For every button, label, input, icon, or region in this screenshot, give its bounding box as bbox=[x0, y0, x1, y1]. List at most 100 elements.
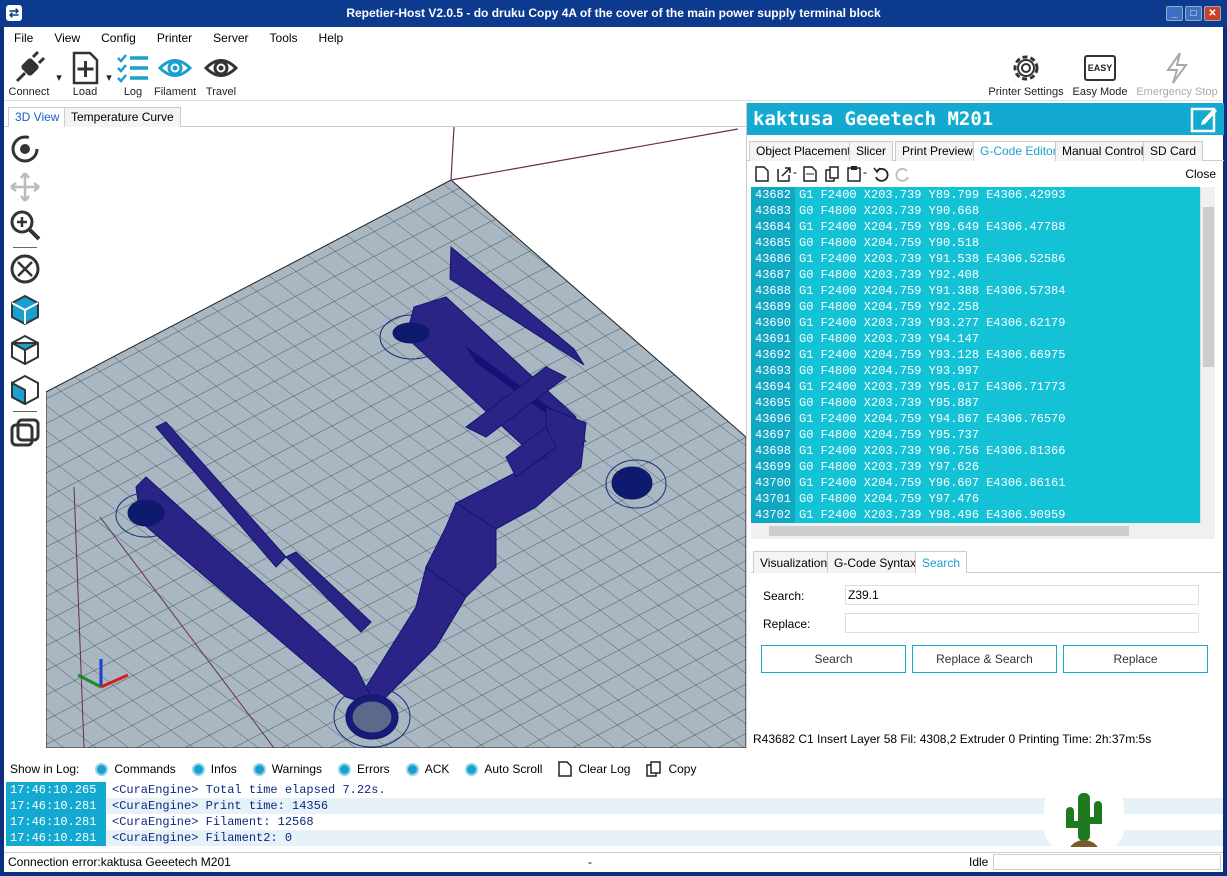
toolbar-separator: - bbox=[793, 165, 797, 179]
tab-object-placement[interactable]: Object Placement bbox=[749, 141, 858, 161]
maximize-button[interactable]: □ bbox=[1185, 6, 1202, 21]
gcode-line[interactable]: 43688 G1 F2400 X204.759 Y91.388 E4306.573… bbox=[751, 283, 1200, 299]
tab-gcode-syntax[interactable]: G-Code Syntax bbox=[827, 551, 924, 573]
radio-icon bbox=[252, 762, 266, 776]
zoom-view-button[interactable] bbox=[9, 209, 41, 241]
close-editor-button[interactable]: Close bbox=[1185, 167, 1216, 181]
gcode-line[interactable]: 43697 G0 F4800 X204.759 Y95.737 bbox=[751, 427, 1200, 443]
line-number: 43701 bbox=[751, 491, 795, 507]
tab-slicer[interactable]: Slicer bbox=[849, 141, 894, 161]
gcode-editor[interactable]: 43682 G1 F2400 X203.739 Y89.799 E4306.429… bbox=[751, 187, 1200, 523]
gcode-line[interactable]: 43702 G1 F2400 X203.739 Y98.496 E4306.909… bbox=[751, 507, 1200, 523]
rotate-view-button[interactable] bbox=[9, 133, 41, 165]
gcode-line[interactable]: 43690 G1 F2400 X203.739 Y93.277 E4306.621… bbox=[751, 315, 1200, 331]
ack-toggle[interactable]: ACK bbox=[405, 762, 449, 776]
tab-gcode-editor[interactable]: G-Code Editor bbox=[973, 141, 1064, 161]
front-view-button[interactable] bbox=[9, 333, 41, 366]
gcode-line[interactable]: 43693 G0 F4800 X204.759 Y93.997 bbox=[751, 363, 1200, 379]
tab-print-preview[interactable]: Print Preview bbox=[895, 141, 980, 161]
menu-help[interactable]: Help bbox=[319, 31, 344, 45]
gcode-line[interactable]: 43700 G1 F2400 X204.759 Y96.607 E4306.861… bbox=[751, 475, 1200, 491]
menu-view[interactable]: View bbox=[54, 31, 80, 45]
gcode-line[interactable]: 43691 G0 F4800 X203.739 Y94.147 bbox=[751, 331, 1200, 347]
load-button[interactable]: Load bbox=[68, 51, 102, 98]
top-view-button[interactable] bbox=[9, 373, 41, 406]
easy-mode-button[interactable]: EASY Easy Mode bbox=[1070, 51, 1130, 98]
edit-icon[interactable] bbox=[1190, 105, 1218, 133]
menu-tools[interactable]: Tools bbox=[270, 31, 298, 45]
log-output[interactable]: 17:46:10.265 <CuraEngine> Total time elap… bbox=[6, 782, 1223, 848]
gcode-line[interactable]: 43683 G0 F4800 X203.739 Y90.668 bbox=[751, 203, 1200, 219]
log-button[interactable]: Log bbox=[116, 51, 150, 98]
log-timestamp: 17:46:10.281 bbox=[6, 798, 106, 814]
printer-settings-button[interactable]: Printer Settings bbox=[986, 51, 1066, 98]
errors-toggle[interactable]: Errors bbox=[338, 762, 390, 776]
tab-manual-control[interactable]: Manual Control bbox=[1055, 141, 1151, 161]
close-button[interactable]: ✕ bbox=[1204, 6, 1221, 21]
travel-button[interactable]: Travel bbox=[202, 51, 240, 98]
gcode-line[interactable]: 43698 G1 F2400 X203.739 Y96.756 E4306.813… bbox=[751, 443, 1200, 459]
filament-button[interactable]: Filament bbox=[154, 51, 196, 98]
warnings-toggle[interactable]: Warnings bbox=[252, 762, 322, 776]
paste-icon[interactable] bbox=[847, 166, 861, 182]
replace-and-search-button[interactable]: Replace & Search bbox=[912, 645, 1057, 673]
minimize-button[interactable]: _ bbox=[1166, 6, 1183, 21]
parallel-projection-button[interactable] bbox=[9, 417, 41, 449]
tab-visualization[interactable]: Visualization bbox=[753, 551, 835, 573]
gcode-vertical-scrollbar[interactable] bbox=[1200, 187, 1215, 523]
gcode-line[interactable]: 43684 G1 F2400 X204.759 Y89.649 E4306.477… bbox=[751, 219, 1200, 235]
file-icon[interactable] bbox=[803, 166, 817, 182]
gcode-line[interactable]: 43689 G0 F4800 X204.759 Y92.258 bbox=[751, 299, 1200, 315]
menu-server[interactable]: Server bbox=[213, 31, 248, 45]
zoom-icon bbox=[10, 210, 41, 241]
gcode-line[interactable]: 43695 G0 F4800 X203.739 Y95.887 bbox=[751, 395, 1200, 411]
line-number: 43700 bbox=[751, 475, 795, 491]
commands-toggle[interactable]: Commands bbox=[95, 762, 176, 776]
undo-icon[interactable] bbox=[873, 166, 889, 182]
copy-log-button[interactable]: Copy bbox=[646, 761, 696, 777]
line-number: 43702 bbox=[751, 507, 795, 523]
iso-view-button[interactable] bbox=[9, 293, 41, 326]
fit-view-button[interactable] bbox=[9, 253, 41, 285]
search-input[interactable]: Z39.1 bbox=[845, 585, 1199, 605]
tab-3d-view[interactable]: 3D View bbox=[8, 107, 67, 127]
move-view-button[interactable] bbox=[9, 171, 41, 203]
gcode-line[interactable]: 43696 G1 F2400 X204.759 Y94.867 E4306.765… bbox=[751, 411, 1200, 427]
redo-icon[interactable] bbox=[895, 166, 911, 182]
move-icon bbox=[10, 172, 40, 202]
emergency-stop-button[interactable]: Emergency Stop bbox=[1134, 51, 1220, 98]
gcode-line[interactable]: 43699 G0 F4800 X203.739 Y97.626 bbox=[751, 459, 1200, 475]
load-dropdown-icon[interactable]: ▾ bbox=[104, 71, 114, 84]
gcode-line[interactable]: 43692 G1 F2400 X204.759 Y93.128 E4306.669… bbox=[751, 347, 1200, 363]
clear-log-button[interactable]: Clear Log bbox=[558, 761, 630, 777]
gcode-line[interactable]: 43701 G0 F4800 X204.759 Y97.476 bbox=[751, 491, 1200, 507]
export-icon[interactable] bbox=[777, 166, 791, 182]
gcode-horizontal-scrollbar[interactable] bbox=[751, 523, 1215, 539]
gcode-line[interactable]: 43686 G1 F2400 X203.739 Y91.538 E4306.525… bbox=[751, 251, 1200, 267]
gcode-text: G0 F4800 X204.759 Y90.518 bbox=[799, 236, 980, 250]
gcode-line[interactable]: 43687 G0 F4800 X203.739 Y92.408 bbox=[751, 267, 1200, 283]
gcode-line[interactable]: 43685 G0 F4800 X204.759 Y90.518 bbox=[751, 235, 1200, 251]
gcode-text: G0 F4800 X204.759 Y92.258 bbox=[799, 300, 980, 314]
infos-toggle[interactable]: Infos bbox=[191, 762, 237, 776]
menu-printer[interactable]: Printer bbox=[157, 31, 192, 45]
replace-button[interactable]: Replace bbox=[1063, 645, 1208, 673]
connect-dropdown-icon[interactable]: ▾ bbox=[54, 71, 64, 84]
gcode-line[interactable]: 43682 G1 F2400 X203.739 Y89.799 E4306.429… bbox=[751, 187, 1200, 203]
tab-search[interactable]: Search bbox=[915, 551, 968, 573]
gcode-text: G1 F2400 X203.739 Y93.277 E4306.62179 bbox=[799, 316, 1066, 330]
copy-icon[interactable] bbox=[825, 166, 839, 182]
new-file-icon[interactable] bbox=[755, 166, 769, 182]
gcode-line[interactable]: 43694 G1 F2400 X203.739 Y95.017 E4306.717… bbox=[751, 379, 1200, 395]
search-button[interactable]: Search bbox=[761, 645, 906, 673]
tab-temperature-curve[interactable]: Temperature Curve bbox=[64, 107, 181, 127]
replace-input[interactable] bbox=[845, 613, 1199, 633]
tab-sd-card[interactable]: SD Card bbox=[1143, 141, 1204, 161]
auto-scroll-toggle[interactable]: Auto Scroll bbox=[465, 762, 542, 776]
fit-icon bbox=[10, 254, 40, 284]
app-icon: ⇄ bbox=[6, 5, 22, 21]
connect-button[interactable]: Connect bbox=[8, 51, 50, 98]
3d-viewport[interactable] bbox=[46, 127, 746, 748]
menu-file[interactable]: File bbox=[14, 31, 33, 45]
menu-config[interactable]: Config bbox=[101, 31, 136, 45]
